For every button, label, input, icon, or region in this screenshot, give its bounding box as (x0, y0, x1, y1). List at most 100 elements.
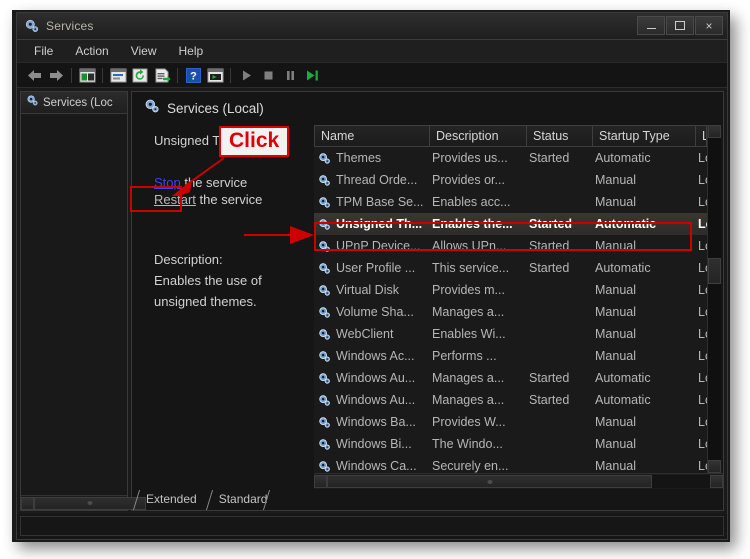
cell-startup: Manual (595, 239, 636, 253)
services-gear-icon (318, 240, 331, 253)
description-line-1: Enables the use of (154, 273, 262, 288)
table-row[interactable]: Thread Orde... Provides or... Manual Lo (314, 169, 707, 191)
help-icon[interactable]: ? (182, 65, 204, 85)
column-header-name[interactable]: Name (314, 125, 430, 147)
column-header-description[interactable]: Description (430, 125, 527, 147)
stop-service-icon[interactable] (257, 65, 279, 85)
scroll-right-arrow-icon[interactable] (710, 475, 723, 488)
table-row[interactable]: Themes Provides us... Started Automatic Lo (314, 147, 707, 169)
scroll-down-arrow-icon[interactable] (708, 460, 721, 473)
cell-status: Started (529, 261, 570, 275)
cell-logon: Lo (698, 415, 707, 429)
cell-name: Unsigned Th... (314, 217, 430, 231)
pane-content: Unsigned T Stop the service Restart the … (132, 123, 723, 489)
cell-status: Started (529, 239, 570, 253)
export-list-icon[interactable] (151, 65, 173, 85)
table-row[interactable]: Windows Ac... Performs ... Manual Lo (314, 345, 707, 367)
listview-columns: NameDescriptionStatusStartup TypeLo Them… (314, 125, 707, 473)
table-row[interactable]: Windows Ba... Provides W... Manual Lo (314, 411, 707, 433)
cell-logon: Lo (698, 195, 707, 209)
cell-startup: Automatic (595, 393, 651, 407)
scroll-up-arrow-icon[interactable] (708, 125, 721, 138)
table-row[interactable]: User Profile ... This service... Started Au… (314, 257, 707, 279)
minimize-button[interactable] (637, 16, 665, 35)
table-row[interactable]: Volume Sha... Manages a... Manual Lo (314, 301, 707, 323)
listview-main: NameDescriptionStatusStartup TypeLo Them… (314, 125, 723, 473)
tree-root-label: Services (Loc (43, 96, 113, 109)
table-row[interactable]: Windows Au... Manages a... Started Automati… (314, 367, 707, 389)
listview-vertical-scrollbar[interactable] (707, 125, 723, 473)
tab-extended[interactable]: Extended (134, 490, 207, 510)
cell-text: Windows Au... (336, 393, 416, 407)
tree-horizontal-scrollbar[interactable] (21, 495, 146, 510)
column-header-startup-type[interactable]: Startup Type (593, 125, 696, 147)
show-window-icon[interactable] (204, 65, 226, 85)
svg-text:?: ? (190, 70, 197, 82)
cell-startup: Manual (595, 173, 636, 187)
table-row[interactable]: Windows Ca... Securely en... Manual Lo (314, 455, 707, 473)
cell-startup: Manual (595, 195, 636, 209)
cell-description: Provides W... (432, 415, 506, 429)
screenshot-root: Services × File Action View Help ? Servi… (0, 0, 750, 559)
column-header-status[interactable]: Status (527, 125, 593, 147)
back-icon[interactable] (23, 65, 45, 85)
cell-logon: Lo (698, 217, 707, 231)
stop-service-link[interactable]: Stop (154, 175, 181, 190)
cell-text: Windows Ca... (336, 459, 417, 473)
cell-status: Started (529, 393, 570, 407)
table-row[interactable]: TPM Base Se... Enables acc... Manual Lo (314, 191, 707, 213)
cell-name: Windows Ac... (314, 349, 430, 363)
table-row[interactable]: Windows Bi... The Windo... Manual Lo (314, 433, 707, 455)
table-row[interactable]: Windows Au... Manages a... Started Automati… (314, 389, 707, 411)
tab-standard[interactable]: Standard (207, 490, 278, 510)
start-service-icon[interactable] (235, 65, 257, 85)
tree-root-item[interactable]: Services (Loc (21, 92, 127, 114)
service-detail-panel: Unsigned T Stop the service Restart the … (132, 125, 314, 489)
cell-logon: Lo (698, 283, 707, 297)
listview-horizontal-scrollbar[interactable] (314, 473, 723, 489)
column-header-lo[interactable]: Lo (696, 125, 707, 147)
table-row[interactable]: Unsigned Th... Enables the... Started Autom… (314, 213, 707, 235)
tree-body (21, 114, 127, 495)
services-gear-icon (318, 372, 331, 385)
listview-scroll-thumb[interactable] (327, 475, 652, 488)
cell-logon: Lo (698, 239, 707, 253)
cell-description: Performs ... (432, 349, 497, 363)
forward-icon[interactable] (45, 65, 67, 85)
cell-startup: Manual (595, 283, 636, 297)
properties-icon[interactable] (107, 65, 129, 85)
pause-service-icon[interactable] (279, 65, 301, 85)
restart-service-link[interactable]: Restart (154, 192, 196, 207)
listview-scroll-track[interactable] (327, 475, 710, 488)
services-gear-icon (318, 350, 331, 363)
services-gear-icon (318, 460, 331, 473)
vertical-scroll-track[interactable] (708, 138, 721, 460)
scroll-left-arrow-icon[interactable] (21, 496, 34, 510)
show-hide-console-tree-icon[interactable] (76, 65, 98, 85)
refresh-icon[interactable] (129, 65, 151, 85)
cell-logon: Lo (698, 305, 707, 319)
close-button[interactable]: × (695, 16, 723, 35)
toolbar-separator (230, 67, 231, 83)
tree-scroll-track[interactable] (34, 496, 146, 510)
scroll-left-arrow-icon[interactable] (314, 475, 327, 488)
services-window: Services × File Action View Help ? Servi… (16, 12, 728, 540)
toolbar: ? (17, 63, 727, 88)
table-row[interactable]: UPnP Device... Allows UPn... Started Manual… (314, 235, 707, 257)
cell-text: Virtual Disk (336, 283, 399, 297)
table-row[interactable]: WebClient Enables Wi... Manual Lo (314, 323, 707, 345)
menu-action[interactable]: Action (66, 42, 117, 60)
description-label: Description: (154, 252, 223, 267)
restart-service-icon[interactable] (301, 65, 323, 85)
menu-help[interactable]: Help (170, 42, 213, 60)
tree-scroll-thumb[interactable] (34, 496, 146, 510)
menu-view[interactable]: View (122, 42, 166, 60)
menu-file[interactable]: File (25, 42, 62, 60)
cell-name: Windows Au... (314, 371, 430, 385)
table-row[interactable]: Virtual Disk Provides m... Manual Lo (314, 279, 707, 301)
maximize-button[interactable] (666, 16, 694, 35)
services-gear-icon (318, 196, 331, 209)
cell-text: Thread Orde... (336, 173, 418, 187)
window-body: Services (Loc Services (Local) Unsigned … (17, 88, 727, 514)
vertical-scroll-thumb[interactable] (708, 258, 721, 284)
